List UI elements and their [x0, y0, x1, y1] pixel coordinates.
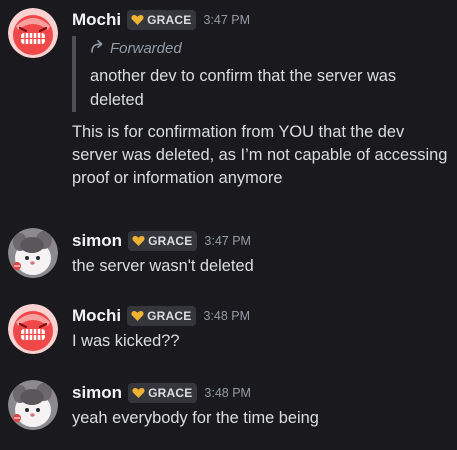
chat-log: Mochi GRACE 3:47 PM Forwarded another de… [0, 0, 457, 450]
mochi-avatar[interactable] [8, 304, 58, 354]
message-text: yeah everybody for the time being [72, 409, 319, 427]
guild-tag-label: GRACE [148, 386, 193, 400]
heart-badge-icon [131, 310, 144, 322]
timestamp[interactable]: 3:48 PM [203, 309, 250, 323]
message-text: This is for confirmation from YOU that t… [72, 123, 448, 187]
simon-avatar[interactable] [8, 380, 58, 430]
forwarded-label: Forwarded [110, 39, 182, 57]
message-simon-2: simon GRACE 3:48 PM yeah everybody for t… [0, 372, 457, 442]
heart-badge-icon [131, 14, 144, 26]
guild-tag-label: GRACE [147, 13, 192, 27]
timestamp[interactable]: 3:47 PM [204, 234, 251, 248]
timestamp[interactable]: 3:47 PM [203, 13, 250, 27]
guild-tag[interactable]: GRACE [128, 383, 198, 403]
message-mochi-1: Mochi GRACE 3:47 PM Forwarded another de… [0, 0, 457, 215]
guild-tag[interactable]: GRACE [128, 231, 198, 251]
mochi-avatar[interactable] [8, 8, 58, 58]
guild-tag[interactable]: GRACE [127, 10, 197, 30]
forwarded-text: another dev to confirm that the server w… [90, 67, 397, 109]
message-simon-1: simon GRACE 3:47 PM the server wasn't de… [0, 220, 457, 290]
guild-tag-label: GRACE [147, 309, 192, 323]
author-name[interactable]: Mochi [72, 10, 121, 30]
author-name[interactable]: simon [72, 383, 122, 403]
message-mochi-2: Mochi GRACE 3:48 PM I was kicked?? [0, 296, 457, 366]
heart-badge-icon [132, 387, 145, 399]
message-text: the server wasn't deleted [72, 257, 254, 275]
timestamp[interactable]: 3:48 PM [204, 386, 251, 400]
heart-badge-icon [132, 235, 145, 247]
forwarded-message[interactable]: Forwarded another dev to confirm that th… [72, 36, 442, 112]
message-text: I was kicked?? [72, 332, 180, 350]
forward-arrow-icon [90, 39, 106, 57]
guild-tag[interactable]: GRACE [127, 306, 197, 326]
simon-avatar[interactable] [8, 228, 58, 278]
author-name[interactable]: Mochi [72, 306, 121, 326]
guild-tag-label: GRACE [148, 234, 193, 248]
author-name[interactable]: simon [72, 231, 122, 251]
forwarded-label-row: Forwarded [90, 36, 442, 60]
